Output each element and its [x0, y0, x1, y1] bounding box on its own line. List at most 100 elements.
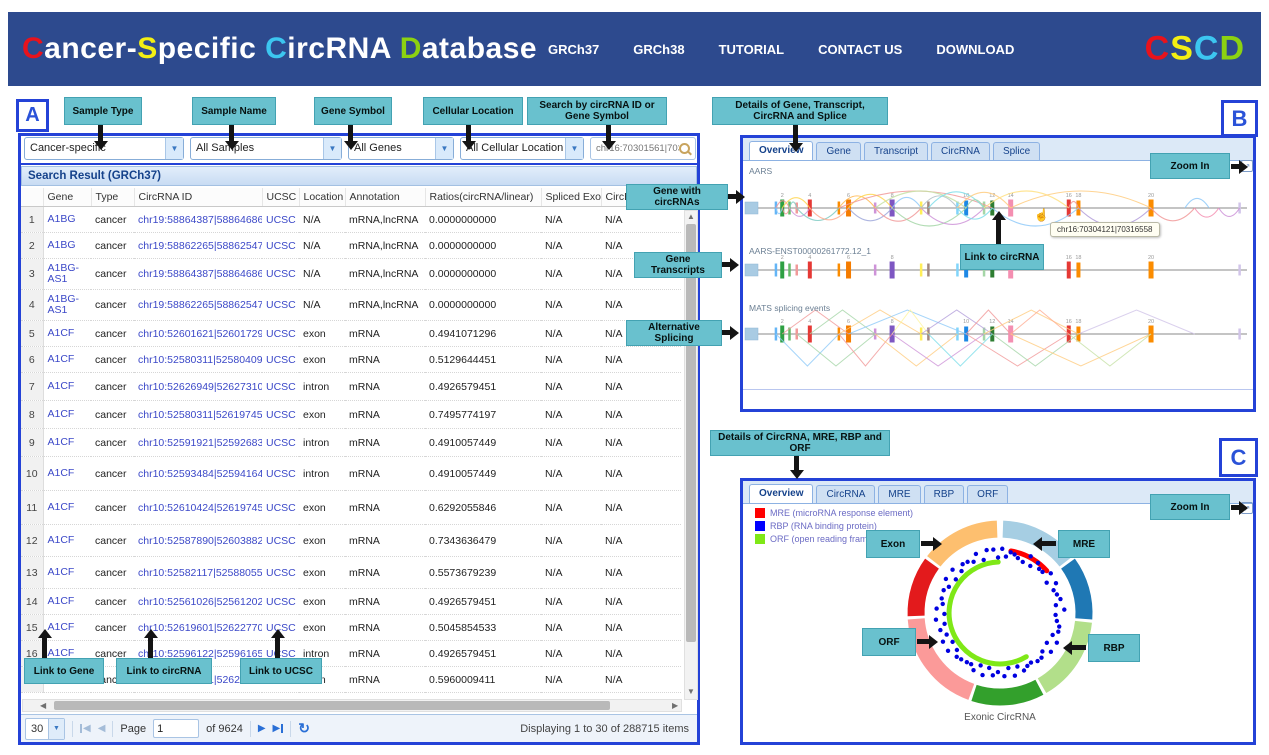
circrna-link[interactable]: chr10:52601621|52601729	[138, 328, 262, 340]
cell: cancer	[91, 557, 134, 589]
cell: chr19:58864387|58864686	[134, 259, 262, 290]
b-tab-splice[interactable]: Splice	[993, 142, 1040, 160]
ucsc-link[interactable]: UCSC	[266, 381, 296, 393]
scroll-up-icon[interactable]: ▲	[687, 213, 695, 221]
column-header-Annotation[interactable]: Annotation	[345, 188, 425, 207]
c-tab-overview[interactable]: Overview	[749, 484, 813, 503]
callout-arrow	[98, 125, 103, 141]
circrna-link[interactable]: chr10:52580311|52580409	[138, 354, 262, 366]
page-number-input[interactable]	[153, 719, 199, 738]
cell: N/A	[541, 557, 601, 589]
gene-link[interactable]: A1CF	[48, 501, 75, 513]
column-header-Type[interactable]: Type	[91, 188, 134, 207]
c-tab-circrna[interactable]: CircRNA	[816, 485, 875, 503]
b-tab-gene[interactable]: Gene	[816, 142, 860, 160]
column-header-Location[interactable]: Location	[299, 188, 345, 207]
circrna-link[interactable]: chr10:52582117|52588055	[138, 567, 262, 579]
ucsc-link[interactable]: UCSC	[266, 502, 296, 514]
scroll-right-icon[interactable]: ▶	[672, 702, 678, 710]
column-header-Gene[interactable]: Gene	[43, 188, 91, 207]
gene-link[interactable]: A1CF	[48, 408, 75, 420]
column-header-Ratios(circRNA/linear)[interactable]: Ratios(circRNA/linear)	[425, 188, 541, 207]
hscroll-thumb[interactable]	[54, 701, 610, 710]
sample-name-select[interactable]: All Samples ▼	[190, 137, 342, 160]
ucsc-link[interactable]: UCSC	[266, 240, 296, 252]
circrna-link[interactable]: chr10:52610424|52619745	[138, 502, 262, 514]
nav-item-contact-us[interactable]: CONTACT US	[818, 42, 902, 57]
b-tab-transcript[interactable]: Transcript	[864, 142, 928, 160]
c-tab-rbp[interactable]: RBP	[924, 485, 965, 503]
column-header-Spliced Exon[interactable]: Spliced Exon	[541, 188, 601, 207]
circrna-link[interactable]: chr10:52593484|52594164	[138, 468, 262, 480]
ucsc-link[interactable]: UCSC	[266, 596, 296, 608]
first-page-button[interactable]: ◀	[80, 723, 91, 734]
ucsc-link[interactable]: UCSC	[266, 409, 296, 421]
ucsc-link[interactable]: UCSC	[266, 268, 296, 280]
track-splicing-label: MATS splicing events	[749, 303, 830, 313]
ucsc-link[interactable]: UCSC	[266, 437, 296, 449]
next-page-button[interactable]: ▶	[258, 723, 266, 734]
b-tab-overview[interactable]: Overview	[749, 141, 813, 160]
circrna-link[interactable]: chr19:58864387|58864686	[138, 268, 262, 280]
gene-select[interactable]: All Genes ▼	[348, 137, 454, 160]
callout-rbp: RBP	[1088, 634, 1140, 662]
ucsc-link[interactable]: UCSC	[266, 535, 296, 547]
circrna-link[interactable]: chr10:52561026|52561202	[138, 596, 262, 608]
ucsc-link[interactable]: UCSC	[266, 567, 296, 579]
circrna-link[interactable]: chr19:58862265|58862547	[138, 240, 262, 252]
circrna-link[interactable]: chr19:58862265|58862547	[138, 299, 262, 311]
gene-link[interactable]: A1BG-AS1	[48, 293, 80, 316]
gene-link[interactable]: A1BG-AS1	[48, 262, 80, 285]
ucsc-link[interactable]: UCSC	[266, 328, 296, 340]
gene-link[interactable]: A1CF	[48, 595, 75, 607]
circrna-link[interactable]: chr10:52626949|52627310	[138, 381, 262, 393]
cell: N/A	[541, 525, 601, 557]
gene-link[interactable]: A1BG	[48, 213, 76, 225]
callout-arrow	[148, 638, 153, 658]
gene-link[interactable]: A1CF	[48, 621, 75, 633]
ucsc-link[interactable]: UCSC	[266, 354, 296, 366]
scroll-left-icon[interactable]: ◀	[40, 702, 46, 710]
column-header-index[interactable]	[21, 188, 43, 207]
refresh-icon[interactable]: ↻	[298, 720, 310, 737]
gene-link[interactable]: A1CF	[48, 327, 75, 339]
circrna-link[interactable]: chr10:52591921|52592683	[138, 437, 262, 449]
cell: N/A	[541, 347, 601, 373]
gene-link[interactable]: A1CF	[48, 380, 75, 392]
search-icon[interactable]	[679, 143, 690, 154]
app-title-segment: ircRNA	[287, 32, 399, 65]
gene-link[interactable]: A1CF	[48, 566, 75, 578]
cell: UCSC	[262, 321, 299, 347]
nav-item-grch37[interactable]: GRCh37	[548, 42, 599, 57]
c-tab-mre[interactable]: MRE	[878, 485, 920, 503]
cellular-location-select[interactable]: All Cellular Location ▼	[460, 137, 584, 160]
cell: intron	[299, 457, 345, 491]
ucsc-link[interactable]: UCSC	[266, 299, 296, 311]
circrna-link[interactable]: chr10:52587890|52603882	[138, 535, 262, 547]
gene-link[interactable]: A1CF	[48, 534, 75, 546]
cell: 1	[21, 207, 43, 233]
column-header-UCSC[interactable]: UCSC	[262, 188, 299, 207]
last-page-button[interactable]: ▶	[273, 723, 284, 734]
gene-link[interactable]: A1CF	[48, 467, 75, 479]
callout-exon: Exon	[866, 530, 920, 558]
c-tab-orf[interactable]: ORF	[967, 485, 1008, 503]
circrna-link[interactable]: chr10:52580311|52619745	[138, 409, 262, 421]
gene-link[interactable]: A1BG	[48, 239, 76, 251]
gene-link[interactable]: A1CF	[48, 436, 75, 448]
cell: 5	[21, 321, 43, 347]
nav-item-download[interactable]: DOWNLOAD	[936, 42, 1014, 57]
vscroll-thumb[interactable]	[686, 224, 696, 642]
nav-item-grch38[interactable]: GRCh38	[633, 42, 684, 57]
ucsc-link[interactable]: UCSC	[266, 214, 296, 226]
column-header-CircRNA ID[interactable]: CircRNA ID	[134, 188, 262, 207]
page-size-select[interactable]: 30 ▼	[25, 718, 65, 740]
prev-page-button[interactable]: ◀	[98, 723, 106, 734]
scroll-down-icon[interactable]: ▼	[687, 688, 695, 696]
b-tab-circrna[interactable]: CircRNA	[931, 142, 990, 160]
cell: cancer	[91, 259, 134, 290]
circrna-link[interactable]: chr19:58864387|58864686	[138, 214, 262, 226]
gene-link[interactable]: A1CF	[48, 353, 75, 365]
nav-item-tutorial[interactable]: TUTORIAL	[719, 42, 784, 57]
ucsc-link[interactable]: UCSC	[266, 468, 296, 480]
